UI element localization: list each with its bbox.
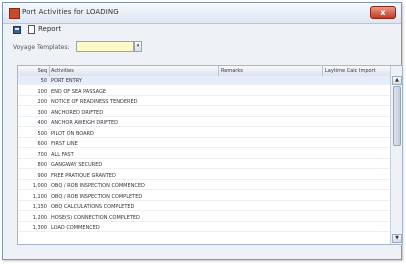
seq-cell: 50	[40, 78, 47, 84]
seq-cell: 400	[37, 120, 47, 126]
table-row[interactable]: 500 PILOT ON BOARD	[18, 129, 390, 138]
report-button[interactable]: Report	[27, 24, 71, 36]
table-row[interactable]: 1,100 OBQ / ROB INSPECTION COMPLETED	[18, 192, 390, 201]
seq-cell: 900	[37, 172, 47, 179]
arrow-up-icon: ▲	[395, 77, 399, 83]
table-row[interactable]: 200 NOTICE OF READINESS TENDERED	[18, 97, 390, 106]
activity-cell: PILOT ON BOARD	[51, 130, 94, 137]
arrow-down-icon: ▼	[395, 235, 399, 241]
scroll-thumb[interactable]	[393, 86, 401, 146]
chevron-down-icon: ▾	[136, 43, 140, 49]
report-label: Report	[38, 25, 62, 33]
report-icon	[28, 25, 35, 34]
activity-cell: ALL FAST	[51, 151, 74, 158]
table-row[interactable]: 600 FIRST LINE	[18, 139, 390, 148]
activity-cell: OBQ / ROB INSPECTION COMPLETED	[51, 193, 143, 200]
save-icon[interactable]	[13, 26, 21, 34]
table-row[interactable]: 100 END OF SEA PASSAGE	[18, 87, 390, 96]
activity-cell: FREE PRATIQUE GRANTED	[51, 172, 116, 179]
table-row[interactable]: 1,000 OBQ / ROB INSPECTION COMMENCED	[18, 181, 390, 190]
seq-cell: 800	[37, 162, 47, 168]
column-header-remarks[interactable]: Remarks	[221, 68, 243, 74]
seq-cell: 1,300	[32, 225, 47, 231]
seq-cell: 600	[37, 141, 47, 147]
activity-cell: ANCHOR AWEIGH DRIFTED	[51, 120, 119, 126]
table-row[interactable]: 300 ANCHORED DRIFTED	[18, 108, 390, 117]
table-row[interactable]: 50 PORT ENTRY	[18, 76, 390, 85]
window-title: Port Activities for LOADING	[22, 8, 119, 16]
voyage-templates-label: Voyage Templates:	[13, 44, 70, 51]
toolbar: Report	[3, 23, 401, 37]
table-row[interactable]: 1,200 HOSE(S) CONNECTION COMPLETED	[18, 213, 390, 222]
scroll-down-button[interactable]: ▼	[392, 234, 402, 243]
table-row[interactable]: 800 GANGWAY SECURED	[18, 160, 390, 169]
scroll-up-button[interactable]: ▲	[392, 76, 402, 85]
activity-cell: PORT ENTRY	[51, 78, 82, 84]
seq-cell: 1,200	[32, 214, 47, 221]
seq-cell: 700	[37, 151, 47, 158]
activity-cell: HOSE(S) CONNECTION COMPLETED	[51, 214, 140, 221]
port-activities-window: Port Activities for LOADING x Report Voy…	[2, 2, 403, 260]
activity-cell: FIRST LINE	[51, 141, 78, 147]
activity-cell: OBQ / ROB INSPECTION COMMENCED	[51, 183, 145, 189]
table-row[interactable]: 1,300 LOAD COMMENCED	[18, 223, 390, 232]
title-bar[interactable]: Port Activities for LOADING x	[3, 3, 401, 24]
activity-cell: END OF SEA PASSAGE	[51, 88, 107, 95]
table-row[interactable]: 900 FREE PRATIQUE GRANTED	[18, 171, 390, 180]
table-row[interactable]: 700 ALL FAST	[18, 150, 390, 159]
seq-cell: 1,000	[32, 183, 47, 189]
activities-grid: Seq Activities Remarks Laytime Calc Impo…	[17, 65, 403, 245]
column-header-activities[interactable]: Activities	[51, 68, 74, 74]
seq-cell: 300	[37, 109, 47, 116]
voyage-templates-dropdown[interactable]: ▾	[134, 41, 142, 52]
column-header-laytime-calc-import[interactable]: Laytime Calc Import	[325, 68, 376, 74]
table-row[interactable]: 400 ANCHOR AWEIGH DRIFTED	[18, 118, 390, 127]
seq-cell: 200	[37, 99, 47, 105]
table-row[interactable]: 1,150 OBQ CALCULATIONS COMPLETED	[18, 202, 390, 211]
activity-cell: ANCHORED DRIFTED	[51, 109, 104, 116]
close-icon: x	[380, 8, 386, 17]
activity-cell: OBQ CALCULATIONS COMPLETED	[51, 204, 135, 210]
seq-cell: 100	[37, 88, 47, 95]
activity-cell: LOAD COMMENCED	[51, 225, 100, 231]
activity-cell: NOTICE OF READINESS TENDERED	[51, 99, 138, 105]
app-icon	[9, 8, 20, 19]
activity-cell: GANGWAY SECURED	[51, 162, 103, 168]
seq-cell: 1,100	[32, 193, 47, 200]
vertical-scrollbar[interactable]: ▲ ▼	[390, 66, 402, 244]
close-button[interactable]: x	[370, 6, 396, 19]
voyage-templates-input[interactable]	[76, 41, 134, 52]
seq-cell: 500	[37, 130, 47, 137]
column-header-seq[interactable]: Seq	[20, 68, 47, 74]
seq-cell: 1,150	[32, 204, 47, 210]
